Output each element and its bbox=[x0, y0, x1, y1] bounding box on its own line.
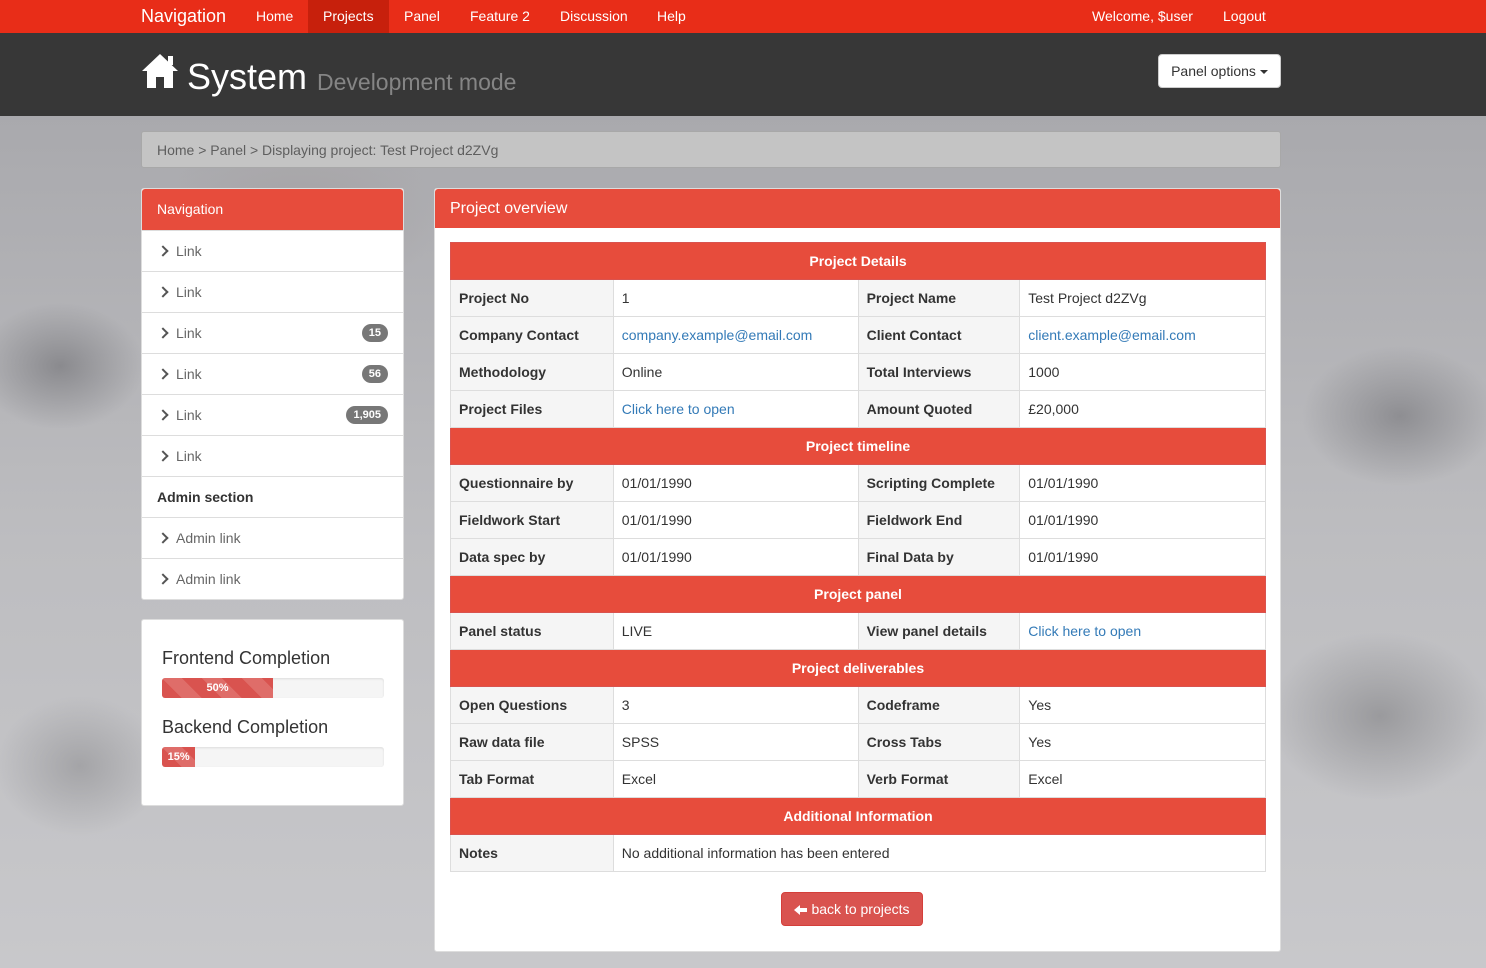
table-row: Panel status LIVE View panel details Cli… bbox=[450, 612, 1266, 650]
chevron-right-icon bbox=[157, 573, 169, 585]
backend-progress-fill: 15% bbox=[162, 747, 196, 767]
app-title: System bbox=[187, 56, 308, 97]
panel-options-label: Panel options bbox=[1171, 63, 1256, 79]
sidebar-link-6[interactable]: Link bbox=[142, 435, 403, 476]
sidebar-link-4[interactable]: Link 56 bbox=[142, 353, 403, 394]
breadcrumb: Home > Panel > Displaying project: Test … bbox=[141, 131, 1281, 168]
table-row: Tab Format Excel Verb Format Excel bbox=[450, 760, 1266, 798]
frontend-progress-bar: 50% bbox=[162, 678, 384, 698]
section-header-details: Project Details bbox=[450, 242, 1266, 280]
nav-logout[interactable]: Logout bbox=[1208, 0, 1281, 33]
sidebar-link-2[interactable]: Link bbox=[142, 271, 403, 312]
sidebar-nav: Navigation Link Link Link 15 Link 56 Link 1… bbox=[141, 188, 404, 600]
table-row: Fieldwork Start 01/01/1990 Fieldwork End… bbox=[450, 501, 1266, 539]
frontend-completion-title: Frontend Completion bbox=[162, 648, 331, 668]
table-row: Questionnaire by 01/01/1990 Scripting Co… bbox=[450, 464, 1266, 502]
nav-home[interactable]: Home bbox=[241, 0, 308, 33]
sidebar-heading: Navigation bbox=[142, 189, 403, 230]
admin-link-label: Admin link bbox=[176, 530, 241, 546]
navbar-brand[interactable]: Navigation bbox=[141, 6, 226, 27]
back-button-label: back to projects bbox=[811, 901, 910, 917]
view-panel-details-link[interactable]: Click here to open bbox=[1028, 623, 1141, 639]
home-icon bbox=[142, 54, 178, 88]
chevron-right-icon bbox=[157, 245, 169, 257]
caret-down-icon bbox=[1259, 70, 1268, 75]
nav-projects[interactable]: Projects bbox=[308, 0, 389, 33]
table-row: Data spec by 01/01/1990 Final Data by 01… bbox=[450, 538, 1266, 576]
project-table: Project Details Project No 1 Project Nam… bbox=[450, 242, 1267, 872]
nav-help[interactable]: Help bbox=[642, 0, 701, 33]
count-badge: 1,905 bbox=[346, 406, 388, 424]
admin-link-1[interactable]: Admin link bbox=[142, 517, 403, 558]
page-header: System Development mode Panel options bbox=[0, 33, 1486, 116]
frontend-progress-fill: 50% bbox=[162, 678, 273, 698]
back-to-projects-button[interactable]: back to projects bbox=[781, 892, 923, 926]
table-row: Company Contact company.example@email.co… bbox=[450, 316, 1266, 354]
completion-panel: Frontend Completion 50% Backend Completi… bbox=[141, 619, 404, 806]
section-header-timeline: Project timeline bbox=[450, 427, 1266, 465]
sidebar-link-label: Link bbox=[176, 366, 202, 382]
nav-feature-2[interactable]: Feature 2 bbox=[455, 0, 545, 33]
backend-completion-title: Backend Completion bbox=[162, 717, 329, 737]
sidebar-link-1[interactable]: Link bbox=[142, 230, 403, 271]
table-row: Notes No additional information has been… bbox=[450, 834, 1267, 872]
chevron-right-icon bbox=[157, 368, 169, 380]
admin-section-heading: Admin section bbox=[142, 476, 403, 517]
nav-discussion[interactable]: Discussion bbox=[545, 0, 643, 33]
admin-link-2[interactable]: Admin link bbox=[142, 558, 403, 599]
section-header-additional: Additional Information bbox=[450, 797, 1266, 835]
count-badge: 56 bbox=[361, 365, 388, 383]
project-overview-heading: Project overview bbox=[435, 189, 1280, 228]
table-row: Methodology Online Total Interviews 1000 bbox=[450, 353, 1266, 391]
sidebar-link-3[interactable]: Link 15 bbox=[142, 312, 403, 353]
sidebar-link-label: Link bbox=[176, 325, 202, 341]
app-subtitle: Development mode bbox=[317, 69, 517, 95]
panel-status-value: LIVE bbox=[612, 612, 859, 650]
table-row: Raw data file SPSS Cross Tabs Yes bbox=[450, 723, 1266, 761]
chevron-right-icon bbox=[157, 327, 169, 339]
sidebar-link-label: Link bbox=[176, 243, 202, 259]
nav-panel[interactable]: Panel bbox=[389, 0, 455, 33]
project-overview-panel: Project overview Project Details Project… bbox=[434, 188, 1281, 952]
table-row: Open Questions 3 Codeframe Yes bbox=[450, 686, 1266, 724]
sidebar-link-label: Link bbox=[176, 407, 202, 423]
client-contact-link[interactable]: client.example@email.com bbox=[1028, 327, 1196, 343]
admin-link-label: Admin link bbox=[176, 571, 241, 587]
panel-options-dropdown[interactable]: Panel options bbox=[1158, 54, 1281, 88]
arrow-left-icon bbox=[794, 905, 808, 915]
count-badge: 15 bbox=[361, 324, 388, 342]
section-header-panel: Project panel bbox=[450, 575, 1266, 613]
sidebar-link-label: Link bbox=[176, 448, 202, 464]
project-files-link[interactable]: Click here to open bbox=[622, 401, 735, 417]
nav-welcome-user[interactable]: Welcome, $user bbox=[1077, 0, 1208, 33]
section-header-deliverables: Project deliverables bbox=[450, 649, 1266, 687]
chevron-right-icon bbox=[157, 286, 169, 298]
chevron-right-icon bbox=[157, 409, 169, 421]
table-row: Project No 1 Project Name Test Project d… bbox=[450, 279, 1266, 317]
sidebar-link-label: Link bbox=[176, 284, 202, 300]
chevron-right-icon bbox=[157, 532, 169, 544]
table-row: Project Files Click here to open Amount … bbox=[450, 390, 1266, 428]
chevron-right-icon bbox=[157, 450, 169, 462]
backend-progress-bar: 15% bbox=[162, 747, 384, 767]
top-navbar: Navigation Home Projects Panel Feature 2… bbox=[0, 0, 1486, 33]
company-contact-link[interactable]: company.example@email.com bbox=[622, 327, 813, 343]
sidebar-link-5[interactable]: Link 1,905 bbox=[142, 394, 403, 435]
